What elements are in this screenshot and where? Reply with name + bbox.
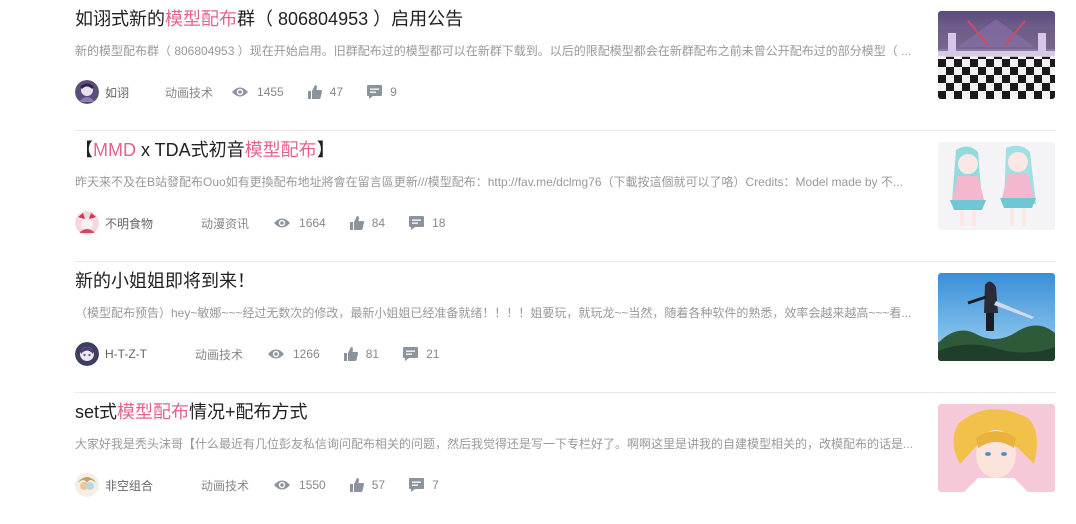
title-text: 如诩式新的: [75, 9, 165, 29]
article-item[interactable]: 新的小姐姐即将到来！ （模型配布预告）hey~敏娜~~~经过无数次的修改，最新小…: [75, 262, 1056, 393]
article-item[interactable]: 【MMD x TDA式初音模型配布】 昨天来不及在B站發配布Ouo如有更換配布地…: [75, 131, 1056, 262]
thumbs-up-icon: [349, 216, 364, 230]
article-description: 新的模型配布群（ 806804953 ）现在开始启用。旧群配布过的模型都可以在新…: [75, 44, 912, 58]
like-count-value: 47: [329, 85, 344, 99]
author-name[interactable]: 如诩: [105, 84, 129, 101]
article-description: （模型配布预告）hey~敏娜~~~经过无数次的修改，最新小姐姐已经准备就绪！！！…: [75, 306, 912, 320]
title-highlight: MMD: [93, 140, 136, 160]
article-title[interactable]: 如诩式新的模型配布群（ 806804953 ）启用公告: [75, 6, 463, 32]
comment-count[interactable]: 18: [409, 216, 445, 230]
comment-icon: [403, 347, 419, 361]
thumbs-up-icon: [343, 347, 358, 361]
article-title[interactable]: set式模型配布情况+配布方式: [75, 399, 308, 425]
author-name[interactable]: 不明食物: [105, 215, 153, 232]
title-text: 情况+配布方式: [189, 402, 308, 422]
view-count: 1664: [273, 216, 326, 230]
like-count[interactable]: 81: [343, 347, 380, 361]
article-item[interactable]: 如诩式新的模型配布群（ 806804953 ）启用公告 新的模型配布群（ 806…: [75, 0, 1056, 131]
title-text: 群（ 806804953 ）启用公告: [237, 9, 464, 29]
title-highlight: 模型配布: [244, 140, 317, 160]
comment-icon: [409, 216, 425, 230]
comment-count[interactable]: 9: [367, 85, 397, 99]
avatar[interactable]: [75, 473, 99, 497]
article-meta: 非空组合 动画技术 1550 57 7: [75, 473, 463, 497]
view-count-value: 1550: [299, 478, 326, 492]
title-text: set式: [75, 402, 118, 422]
thumbs-up-icon: [307, 85, 322, 99]
title-text: 新的小姐姐即将到来！: [75, 271, 255, 291]
article-meta: H-T-Z-T 动画技术 1266 81 21: [75, 342, 463, 366]
comment-count-value: 18: [432, 216, 446, 230]
avatar[interactable]: [75, 80, 99, 104]
article-title[interactable]: 【MMD x TDA式初音模型配布】: [75, 137, 335, 163]
like-count[interactable]: 47: [307, 85, 344, 99]
view-count: 1266: [267, 347, 320, 361]
article-description: 大家好我是秃头沫哥【什么最近有几位彭友私信询问配布相关的问题，然后我觉得还是写一…: [75, 437, 914, 451]
like-count[interactable]: 84: [349, 216, 386, 230]
comment-count-value: 7: [432, 478, 439, 492]
category-tag[interactable]: 动画技术: [201, 477, 249, 494]
like-count-value: 84: [371, 216, 386, 230]
article-thumbnail[interactable]: [938, 11, 1055, 99]
view-count: 1455: [231, 85, 284, 99]
eye-icon: [274, 480, 291, 490]
view-count: 1550: [273, 478, 326, 492]
comment-count-value: 21: [426, 347, 440, 361]
comment-icon: [409, 478, 425, 492]
comment-count-value: 9: [390, 85, 397, 99]
eye-icon: [274, 218, 291, 228]
view-count-value: 1266: [293, 347, 320, 361]
title-text: x TDA式初音: [136, 140, 245, 160]
article-meta: 不明食物 动漫资讯 1664 84 18: [75, 211, 469, 235]
thumbs-up-icon: [349, 478, 364, 492]
eye-icon: [232, 87, 249, 97]
title-highlight: 模型配布: [117, 402, 190, 422]
article-thumbnail[interactable]: [938, 273, 1055, 361]
title-text: 】: [316, 140, 335, 160]
comment-count[interactable]: 7: [409, 478, 439, 492]
like-count[interactable]: 57: [349, 478, 386, 492]
category-tag[interactable]: 动漫资讯: [201, 215, 249, 232]
category-tag[interactable]: 动画技术: [165, 84, 213, 101]
author-name[interactable]: 非空组合: [105, 477, 153, 494]
title-text: 【: [75, 140, 93, 160]
avatar[interactable]: [75, 211, 99, 235]
article-item[interactable]: set式模型配布情况+配布方式 大家好我是秃头沫哥【什么最近有几位彭友私信询问配…: [75, 393, 1056, 524]
avatar[interactable]: [75, 342, 99, 366]
author-name[interactable]: H-T-Z-T: [105, 347, 147, 361]
eye-icon: [268, 349, 284, 359]
like-count-value: 57: [371, 478, 386, 492]
article-meta: 如诩 动画技术 1455 47 9: [75, 80, 421, 104]
view-count-value: 1455: [257, 85, 284, 99]
category-tag[interactable]: 动画技术: [195, 346, 243, 363]
view-count-value: 1664: [299, 216, 326, 230]
article-description: 昨天来不及在B站發配布Ouo如有更換配布地址將會在留言區更新///模型配布：ht…: [75, 175, 903, 189]
article-title[interactable]: 新的小姐姐即将到来！: [75, 268, 255, 294]
comment-icon: [367, 85, 383, 99]
article-list: 如诩式新的模型配布群（ 806804953 ）启用公告 新的模型配布群（ 806…: [75, 0, 1056, 524]
article-thumbnail[interactable]: [938, 404, 1055, 492]
article-thumbnail[interactable]: [938, 142, 1055, 230]
comment-count[interactable]: 21: [403, 347, 439, 361]
title-highlight: 模型配布: [165, 9, 237, 29]
like-count-value: 81: [365, 347, 380, 361]
